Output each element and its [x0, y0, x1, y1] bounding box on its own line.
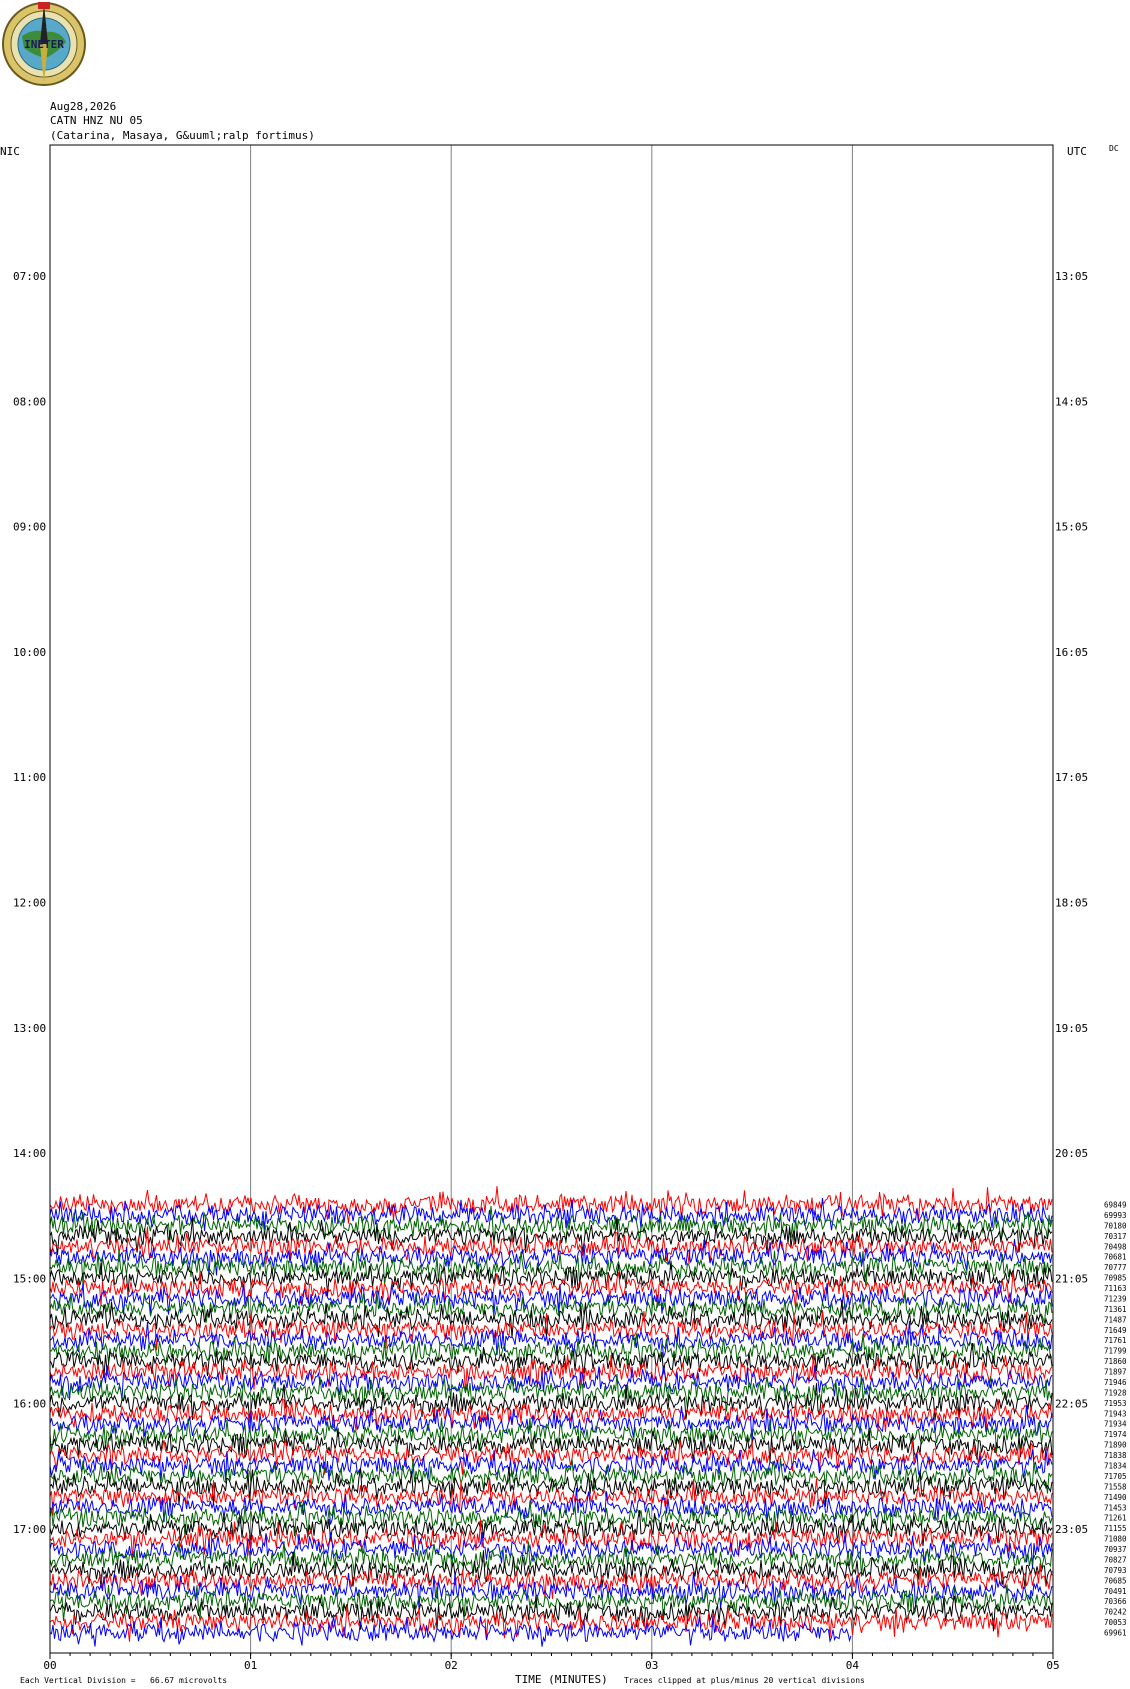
trace-count-label: 70685 — [1104, 1576, 1127, 1585]
left-time-label: 07:00 — [13, 270, 46, 283]
trace-count-label: 70793 — [1104, 1566, 1127, 1575]
trace-count-label: 71890 — [1104, 1441, 1127, 1450]
trace-count-label: 70366 — [1104, 1597, 1127, 1606]
clip-note: Traces clipped at plus/minus 20 vertical… — [624, 1676, 865, 1685]
left-timezone: NIC — [0, 145, 20, 158]
right-time-label: 20:05 — [1055, 1147, 1088, 1160]
right-time-label: 22:05 — [1055, 1398, 1088, 1411]
trace-set — [49, 1186, 1053, 1647]
right-time-axis: 13:05 14:05 15:05 16:05 17:05 18:05 19:05 20:05… — [1055, 270, 1088, 1536]
x-tick-label: 01 — [244, 1659, 257, 1672]
right-time-label: 19:05 — [1055, 1022, 1088, 1035]
trace-count-label: 70777 — [1104, 1263, 1127, 1272]
trace-count-label: 71080 — [1104, 1535, 1127, 1544]
trace-count-label: 71799 — [1104, 1347, 1127, 1356]
left-time-label: 12:00 — [13, 897, 46, 910]
left-time-label: 16:00 — [13, 1398, 46, 1411]
right-time-label: 16:05 — [1055, 646, 1088, 659]
left-time-label: 15:00 — [13, 1272, 46, 1285]
left-time-label: 08:00 — [13, 395, 46, 408]
seismogram-page: INETER Aug28,2026 CATN HNZ NU 05 (Catari… — [0, 0, 1130, 1689]
trace-count-label: 70180 — [1104, 1221, 1127, 1230]
x-axis-title: TIME (MINUTES) — [515, 1673, 608, 1686]
left-time-label: 14:00 — [13, 1147, 46, 1160]
right-time-label: 18:05 — [1055, 897, 1088, 910]
trace-count-label: 71239 — [1104, 1294, 1127, 1303]
trace-count-label: 71453 — [1104, 1503, 1127, 1512]
x-tick-label: 05 — [1046, 1659, 1059, 1672]
trace-count-label: 71934 — [1104, 1420, 1127, 1429]
trace-count-label: 71943 — [1104, 1409, 1127, 1418]
right-time-label: 17:05 — [1055, 771, 1088, 784]
left-time-label: 13:00 — [13, 1022, 46, 1035]
right-time-label: 15:05 — [1055, 521, 1088, 534]
right-time-label: 14:05 — [1055, 395, 1088, 408]
minute-grid — [250, 145, 853, 1653]
trace-count-label: 70937 — [1104, 1545, 1127, 1554]
trace-count-label: 70053 — [1104, 1618, 1127, 1627]
seismic-trace — [49, 1616, 852, 1647]
seismic-trace — [49, 1584, 1053, 1622]
time-axis: 00 01 02 03 04 05 — [43, 1653, 1060, 1672]
left-time-label: 17:00 — [13, 1523, 46, 1536]
division-note: Each Vertical Division = 66.67 microvolt… — [20, 1676, 228, 1685]
trace-count-label: 71928 — [1104, 1388, 1127, 1397]
trace-count-label: 71649 — [1104, 1326, 1127, 1335]
trace-count-label: 71946 — [1104, 1378, 1127, 1387]
trace-count-label: 71860 — [1104, 1357, 1127, 1366]
trace-count-label: 71897 — [1104, 1368, 1127, 1377]
trace-count-label: 70498 — [1104, 1242, 1127, 1251]
trace-count-label: 71974 — [1104, 1430, 1127, 1439]
left-time-axis: 07:00 08:00 09:00 10:00 11:00 12:00 13:00 14:00… — [13, 270, 46, 1536]
left-time-label: 11:00 — [13, 771, 46, 784]
trace-count-label: 71834 — [1104, 1462, 1127, 1471]
right-time-label: 13:05 — [1055, 270, 1088, 283]
trace-count-label: 71261 — [1104, 1514, 1127, 1523]
trace-count-label: 70242 — [1104, 1608, 1127, 1617]
x-tick-label: 04 — [846, 1659, 860, 1672]
trace-count-label: 69993 — [1104, 1211, 1127, 1220]
trace-count-label: 71705 — [1104, 1472, 1127, 1481]
trace-count-label: 71558 — [1104, 1482, 1127, 1491]
x-tick-label: 03 — [645, 1659, 658, 1672]
trace-count-label: 70491 — [1104, 1587, 1127, 1596]
right-time-label: 21:05 — [1055, 1272, 1088, 1285]
trace-count-label: 71490 — [1104, 1493, 1127, 1502]
trace-count-label: 71163 — [1104, 1284, 1127, 1293]
trace-count-label: 69961 — [1104, 1629, 1127, 1638]
right-timezone: UTC — [1067, 145, 1087, 158]
right-time-label: 23:05 — [1055, 1523, 1088, 1536]
left-time-label: 10:00 — [13, 646, 46, 659]
plot-frame — [49, 144, 1054, 1654]
seismic-trace — [49, 1186, 1053, 1224]
trace-count-labels: 698496999370180 7031770498 7068170777 70985… — [1104, 1201, 1127, 1638]
trace-count-label: 71761 — [1104, 1336, 1127, 1345]
trace-count-label: 70681 — [1104, 1253, 1127, 1262]
trace-count-label: 70317 — [1104, 1232, 1127, 1241]
trace-count-label: 70827 — [1104, 1555, 1127, 1564]
x-tick-label: 02 — [445, 1659, 458, 1672]
helicorder-plot: 00 01 02 03 04 05 07:00 08:00 09:00 10:00 11:00 12… — [13, 144, 1127, 1672]
trace-count-label: 71361 — [1104, 1305, 1127, 1314]
trace-count-label: 71155 — [1104, 1524, 1127, 1533]
left-time-label: 09:00 — [13, 521, 46, 534]
trace-count-label: 71838 — [1104, 1451, 1127, 1460]
trace-count-label: 69849 — [1104, 1201, 1127, 1210]
seismic-trace — [49, 1427, 1053, 1463]
dc-label: DC — [1109, 144, 1119, 153]
trace-count-label: 70985 — [1104, 1274, 1127, 1283]
trace-count-label: 71953 — [1104, 1399, 1127, 1408]
trace-count-label: 71487 — [1104, 1315, 1127, 1324]
x-tick-label: 00 — [43, 1659, 56, 1672]
